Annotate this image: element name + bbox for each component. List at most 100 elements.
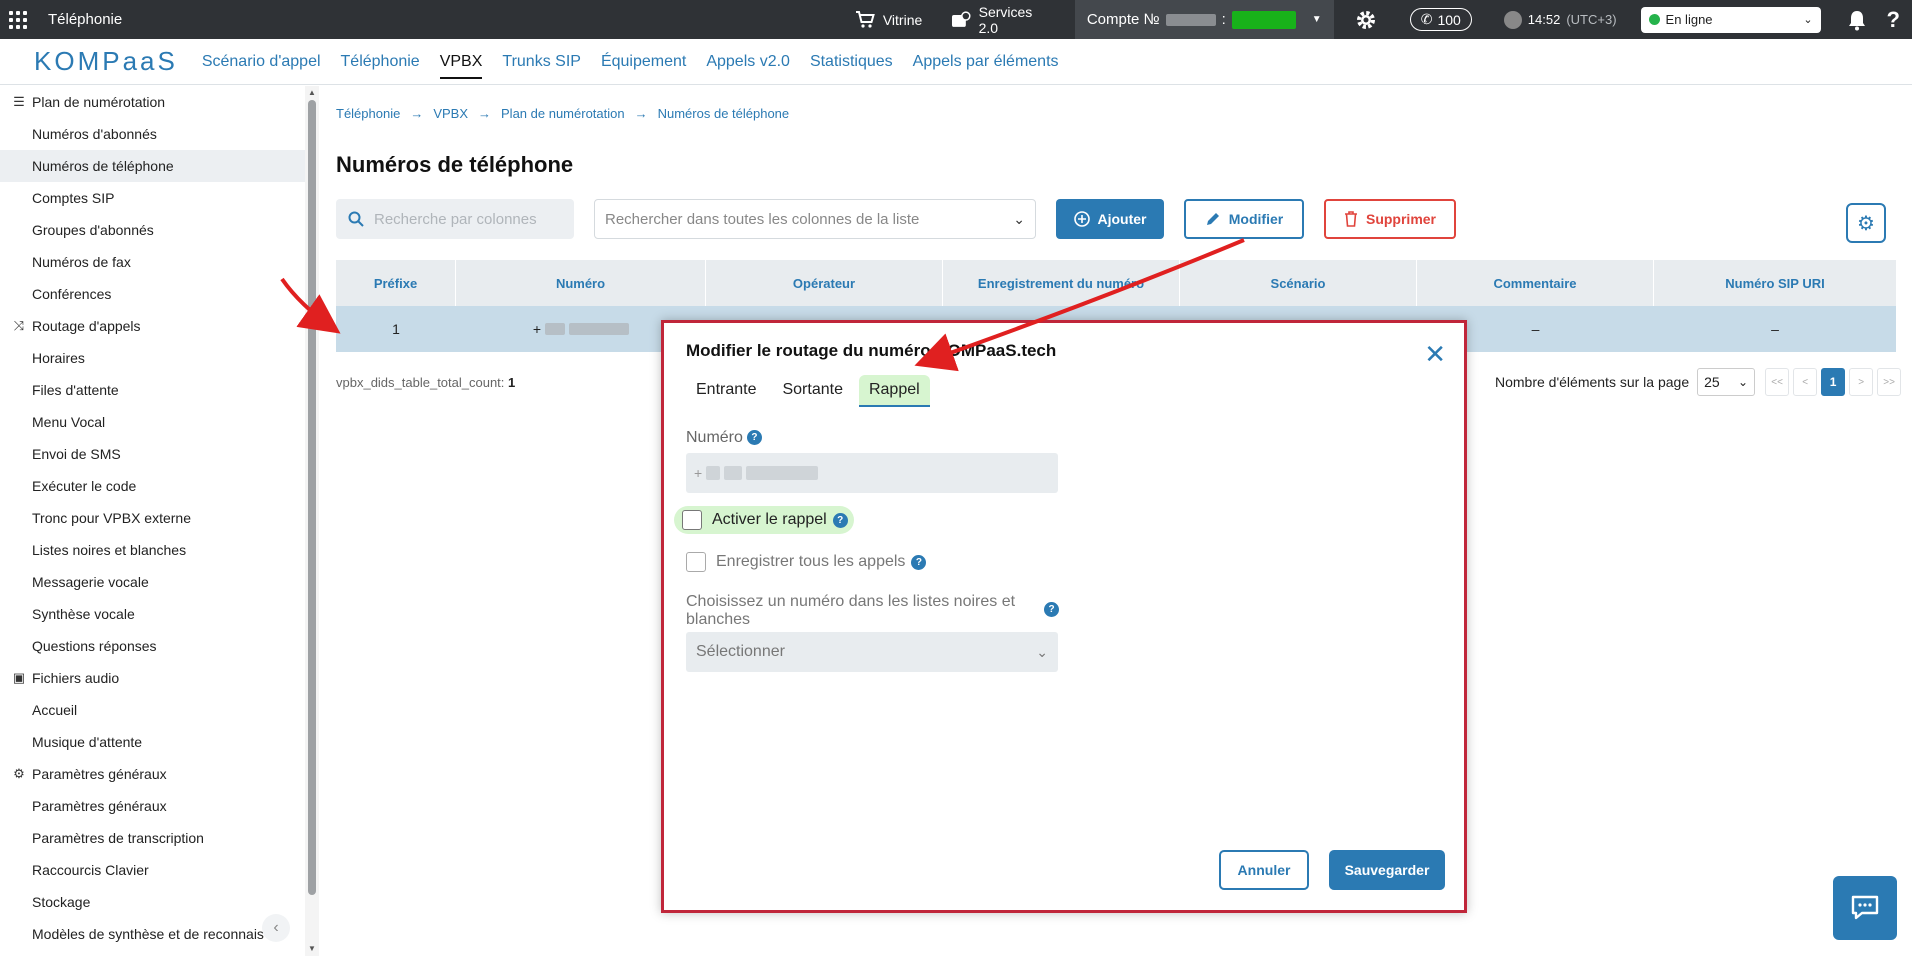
- sidebar-scrollbar[interactable]: ▲ ▼: [305, 86, 319, 956]
- close-icon[interactable]: ✕: [1424, 339, 1446, 370]
- collapse-sidebar-button[interactable]: ‹: [262, 914, 290, 942]
- sidebar-item-messagerie[interactable]: Messagerie vocale: [0, 566, 305, 598]
- sidebar-item-conferences[interactable]: Conférences: [0, 278, 305, 310]
- nav-scenario[interactable]: Scénario d'appel: [202, 41, 321, 83]
- sidebar-item-menu-vocal[interactable]: Menu Vocal: [0, 406, 305, 438]
- page-next-button[interactable]: >: [1849, 368, 1874, 396]
- scroll-down-icon[interactable]: ▼: [308, 944, 316, 953]
- nav-statistiques[interactable]: Statistiques: [810, 41, 893, 83]
- column-header[interactable]: Préfixe: [336, 260, 456, 306]
- total-label: vpbx_dids_table_total_count:: [336, 375, 505, 390]
- breadcrumb-item[interactable]: Numéros de téléphone: [658, 106, 790, 121]
- sidebar-item-groupes-abonnes[interactable]: Groupes d'abonnés: [0, 214, 305, 246]
- search-columns-input[interactable]: Recherche par colonnes: [336, 199, 574, 239]
- vitrine-link[interactable]: Vitrine: [843, 10, 939, 29]
- logo[interactable]: KOMPaaS: [34, 46, 178, 77]
- column-header[interactable]: Commentaire: [1417, 260, 1654, 306]
- delete-label: Supprimer: [1365, 211, 1436, 227]
- sidebar-item-envoi-sms[interactable]: Envoi de SMS: [0, 438, 305, 470]
- sidebar-item-horaires[interactable]: Horaires: [0, 342, 305, 374]
- sidebar-item-accueil[interactable]: Accueil: [0, 694, 305, 726]
- status-control[interactable]: En ligne ⌄: [1629, 6, 1833, 33]
- page-prev-button[interactable]: <: [1793, 368, 1818, 396]
- add-button[interactable]: Ajouter: [1056, 199, 1164, 239]
- sidebar-item-numeros-fax[interactable]: Numéros de fax: [0, 246, 305, 278]
- sidebar-item-executer-code[interactable]: Exécuter le code: [0, 470, 305, 502]
- callback-checkbox[interactable]: [682, 510, 702, 530]
- column-header[interactable]: Numéro: [456, 260, 706, 306]
- status-select[interactable]: En ligne ⌄: [1640, 6, 1821, 33]
- nav-telephonie[interactable]: Téléphonie: [341, 41, 420, 83]
- nav-equipement[interactable]: Équipement: [601, 41, 686, 83]
- tab-sortante[interactable]: Sortante: [772, 375, 852, 407]
- breadcrumb-item[interactable]: Téléphonie: [336, 106, 400, 121]
- column-header[interactable]: Numéro SIP URI: [1654, 260, 1896, 306]
- save-button[interactable]: Sauvegarder: [1329, 850, 1445, 890]
- services-link[interactable]: Services 2.0: [939, 4, 1067, 36]
- sidebar-item-raccourcis[interactable]: Raccourcis Clavier: [0, 854, 305, 886]
- help-button[interactable]: ?: [1881, 7, 1912, 33]
- tab-entrante[interactable]: Entrante: [686, 375, 766, 407]
- sidebar-item-parametres-generaux[interactable]: Paramètres généraux: [0, 790, 305, 822]
- status-value: En ligne: [1665, 12, 1713, 27]
- column-header[interactable]: Opérateur: [706, 260, 943, 306]
- page-current-button[interactable]: 1: [1821, 368, 1846, 396]
- nav-trunks-sip[interactable]: Trunks SIP: [502, 41, 581, 83]
- callback-toggle[interactable]: Activer le rappel ?: [674, 506, 854, 534]
- help-icon[interactable]: ?: [746, 430, 762, 446]
- chat-button[interactable]: [1833, 876, 1897, 940]
- sidebar-section-audio[interactable]: ▣ Fichiers audio: [0, 662, 305, 694]
- sidebar-item-listes[interactable]: Listes noires et blanches: [0, 534, 305, 566]
- help-icon[interactable]: ?: [832, 512, 848, 528]
- sidebar-item-numeros-telephone[interactable]: Numéros de téléphone: [0, 150, 305, 182]
- per-page-select[interactable]: 25 ⌄: [1697, 368, 1756, 396]
- sidebar-section-routage[interactable]: ⤨ Routage d'appels: [0, 310, 305, 342]
- column-header[interactable]: Scénario: [1180, 260, 1417, 306]
- help-icon[interactable]: ?: [911, 554, 927, 570]
- nav-appels-v2[interactable]: Appels v2.0: [706, 41, 790, 83]
- record-checkbox[interactable]: [686, 552, 706, 572]
- app-grid-icon[interactable]: [0, 0, 36, 39]
- tab-rappel[interactable]: Rappel: [858, 375, 930, 407]
- breadcrumb-item[interactable]: Plan de numérotation: [501, 106, 625, 121]
- help-icon[interactable]: ?: [1044, 602, 1059, 617]
- list-label: Choisissez un numéro dans les listes noi…: [686, 593, 1016, 628]
- arrow-right-icon: →: [634, 106, 648, 121]
- calls-counter[interactable]: ✆ 100: [1398, 8, 1484, 31]
- list-icon: ☰: [13, 94, 25, 109]
- nav-appels-elements[interactable]: Appels par éléments: [913, 41, 1059, 83]
- sidebar-item-files-attente[interactable]: Files d'attente: [0, 374, 305, 406]
- page-first-button[interactable]: <<: [1765, 368, 1790, 396]
- notifications-button[interactable]: [1833, 9, 1881, 31]
- sidebar-scroll-thumb[interactable]: [308, 100, 316, 895]
- column-header[interactable]: Enregistrement du numéro: [943, 260, 1180, 306]
- search-all-columns-select[interactable]: Rechercher dans toutes les colonnes de l…: [594, 199, 1036, 239]
- numero-field: +: [686, 453, 1058, 493]
- nav-vpbx[interactable]: VPBX: [439, 41, 482, 83]
- record-toggle[interactable]: Enregistrer tous les appels ?: [686, 552, 927, 572]
- cancel-button[interactable]: Annuler: [1219, 850, 1309, 890]
- user-clock[interactable]: 14:52 (UTC+3): [1484, 10, 1629, 29]
- sidebar-item-musique[interactable]: Musique d'attente: [0, 726, 305, 758]
- blacklist-select: Sélectionner ⌄: [686, 632, 1058, 672]
- sidebar-item-tronc-vpbx[interactable]: Tronc pour VPBX externe: [0, 502, 305, 534]
- sidebar-section-plan[interactable]: ☰ Plan de numérotation: [0, 86, 305, 118]
- delete-button[interactable]: Supprimer: [1324, 199, 1456, 239]
- sidebar-item-synthese[interactable]: Synthèse vocale: [0, 598, 305, 630]
- settings-button[interactable]: [1334, 8, 1398, 32]
- page-last-button[interactable]: >>: [1877, 368, 1902, 396]
- sidebar-item-numeros-abonnes[interactable]: Numéros d'abonnés: [0, 118, 305, 150]
- sidebar-section-parametres[interactable]: ⚙ Paramètres généraux: [0, 758, 305, 790]
- sidebar-section-label: Plan de numérotation: [32, 94, 166, 110]
- sidebar-item-comptes-sip[interactable]: Comptes SIP: [0, 182, 305, 214]
- bell-icon: [1848, 10, 1865, 30]
- account-selector[interactable]: Compte № : ▼: [1074, 0, 1334, 39]
- table-settings-button[interactable]: ⚙: [1846, 203, 1886, 243]
- sidebar-item-stockage[interactable]: Stockage: [0, 886, 305, 918]
- sidebar-item-transcription[interactable]: Paramètres de transcription: [0, 822, 305, 854]
- edit-button[interactable]: Modifier: [1184, 199, 1304, 239]
- breadcrumb-item[interactable]: VPBX: [433, 106, 468, 121]
- scroll-up-icon[interactable]: ▲: [308, 88, 316, 97]
- sidebar-item-questions[interactable]: Questions réponses: [0, 630, 305, 662]
- sidebar-item-modeles[interactable]: Modèles de synthèse et de reconnais: [0, 918, 305, 950]
